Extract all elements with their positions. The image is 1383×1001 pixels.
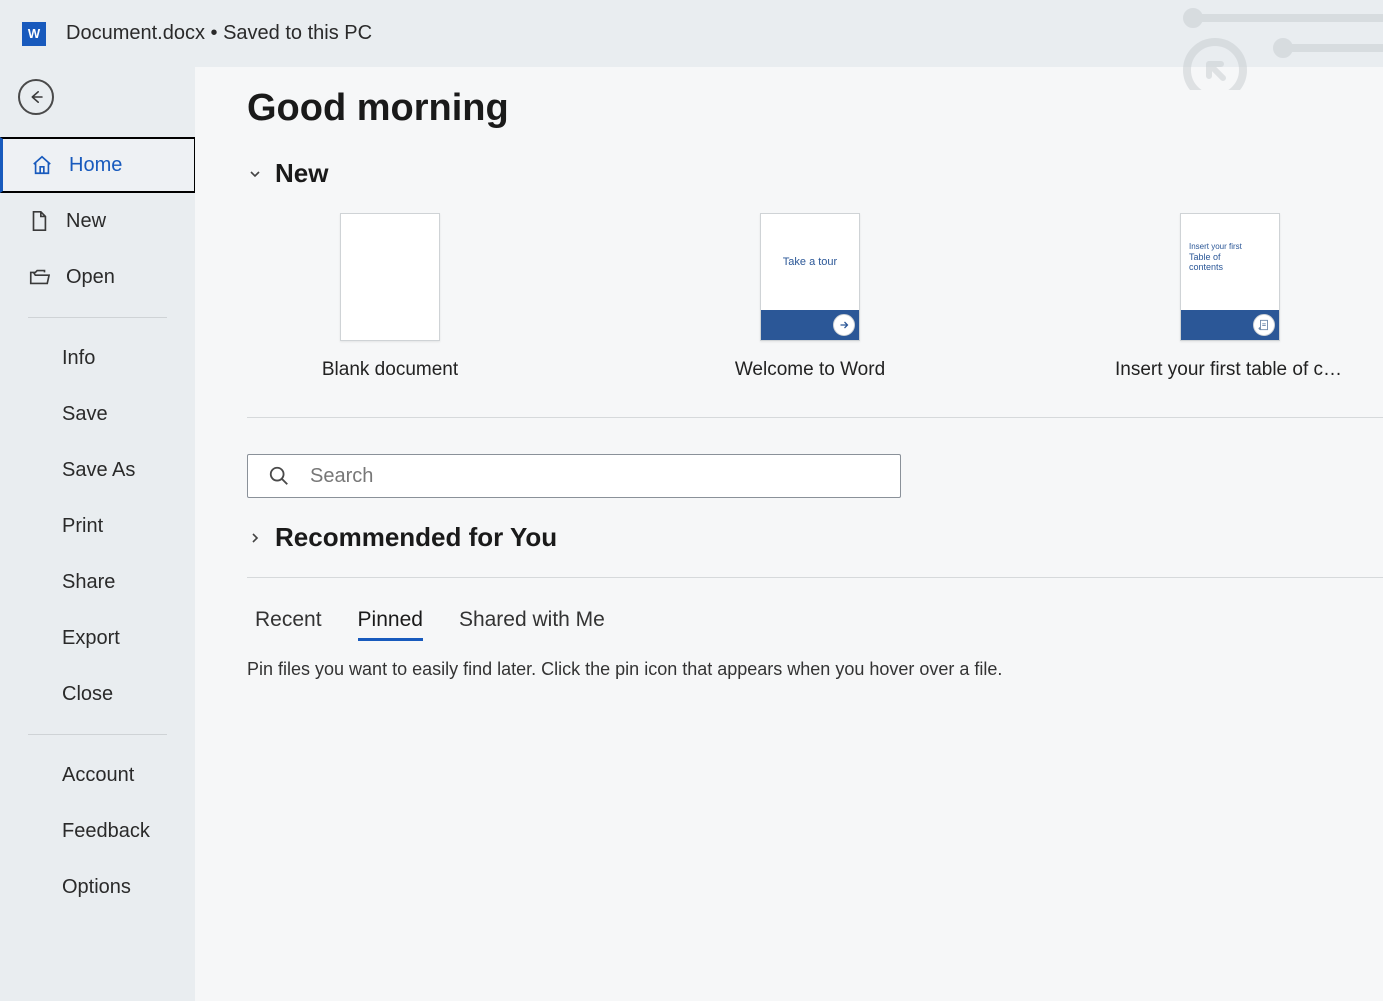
template-label: Welcome to Word (735, 359, 885, 381)
recommended-section-toggle[interactable]: Recommended for You (247, 522, 1383, 553)
sidebar-item-label: Save (62, 403, 108, 426)
document-tabs: Recent Pinned Shared with Me (247, 608, 1383, 641)
template-thumb-text: contents (1189, 262, 1271, 273)
tab-label: Pinned (358, 608, 423, 631)
sidebar-item-label: Home (69, 154, 122, 177)
section-divider (247, 417, 1383, 418)
new-document-icon (28, 210, 50, 232)
template-thumbnail (340, 213, 440, 341)
template-thumb-text: Insert your first (1189, 242, 1271, 252)
template-thumb-text: Take a tour (761, 214, 859, 310)
sidebar-item-options[interactable]: Options (0, 859, 195, 915)
sidebar-item-label: Info (62, 347, 95, 370)
template-thumb-text: Table of (1189, 252, 1271, 263)
search-box[interactable] (247, 454, 901, 498)
arrow-right-circle-icon (833, 314, 855, 336)
template-label: Blank document (322, 359, 458, 381)
chevron-down-icon (247, 166, 263, 182)
template-gallery: Blank document Take a tour Welco (247, 213, 1383, 381)
template-thumbnail: Take a tour (760, 213, 860, 341)
sidebar-item-home[interactable]: Home (0, 137, 196, 193)
template-label: Insert your first table of co… (1115, 359, 1345, 381)
sidebar-item-label: Account (62, 764, 134, 787)
sidebar-item-feedback[interactable]: Feedback (0, 803, 195, 859)
folder-open-icon (28, 266, 50, 288)
tab-pinned[interactable]: Pinned (358, 608, 423, 641)
sidebar-item-share[interactable]: Share (0, 554, 195, 610)
tab-label: Shared with Me (459, 608, 605, 631)
recommended-heading: Recommended for You (275, 522, 557, 553)
sidebar-divider (28, 317, 167, 318)
title-bar: W Document.docx • Saved to this PC (0, 0, 1383, 67)
tab-shared-with-me[interactable]: Shared with Me (459, 608, 605, 641)
sidebar-item-label: Open (66, 266, 115, 289)
new-section-toggle[interactable]: New (247, 158, 1383, 189)
template-thumbnail: Insert your first Table of contents (1180, 213, 1280, 341)
backstage-sidebar: Home New Open Info Save Save As Print Sh… (0, 67, 195, 1001)
arrow-left-icon (27, 88, 45, 106)
template-table-of-contents[interactable]: Insert your first Table of contents Inse… (1115, 213, 1345, 381)
document-arrow-icon (1253, 314, 1275, 336)
tab-label: Recent (255, 608, 322, 631)
greeting-heading: Good morning (247, 87, 1383, 130)
sidebar-item-export[interactable]: Export (0, 610, 195, 666)
home-icon (31, 154, 53, 176)
sidebar-item-label: Options (62, 876, 131, 899)
sidebar-item-account[interactable]: Account (0, 747, 195, 803)
new-section-heading: New (275, 158, 328, 189)
main-content: Good morning New Blank document (195, 67, 1383, 1001)
sidebar-item-open[interactable]: Open (0, 249, 195, 305)
sidebar-item-label: New (66, 210, 106, 233)
document-title: Document.docx • Saved to this PC (66, 22, 372, 45)
sidebar-divider (28, 734, 167, 735)
decorative-lines-icon (1083, 0, 1383, 90)
sidebar-item-close[interactable]: Close (0, 666, 195, 722)
word-app-icon: W (22, 22, 46, 46)
section-divider (247, 577, 1383, 578)
sidebar-item-save-as[interactable]: Save As (0, 442, 195, 498)
back-button[interactable] (18, 79, 54, 115)
sidebar-item-label: Export (62, 627, 120, 650)
word-app-letter: W (28, 26, 40, 41)
sidebar-item-info[interactable]: Info (0, 330, 195, 386)
sidebar-item-label: Print (62, 515, 103, 538)
sidebar-item-label: Feedback (62, 820, 150, 843)
sidebar-item-label: Close (62, 683, 113, 706)
sidebar-item-save[interactable]: Save (0, 386, 195, 442)
sidebar-item-label: Save As (62, 459, 135, 482)
search-input[interactable] (310, 465, 880, 488)
chevron-right-icon (247, 530, 263, 546)
sidebar-item-label: Share (62, 571, 115, 594)
template-welcome-to-word[interactable]: Take a tour Welcome to Word (695, 213, 925, 381)
sidebar-item-print[interactable]: Print (0, 498, 195, 554)
template-blank-document[interactable]: Blank document (275, 213, 505, 381)
sidebar-item-new[interactable]: New (0, 193, 195, 249)
search-icon (268, 465, 290, 487)
pinned-empty-hint: Pin files you want to easily find later.… (247, 659, 1383, 680)
tab-recent[interactable]: Recent (255, 608, 322, 641)
